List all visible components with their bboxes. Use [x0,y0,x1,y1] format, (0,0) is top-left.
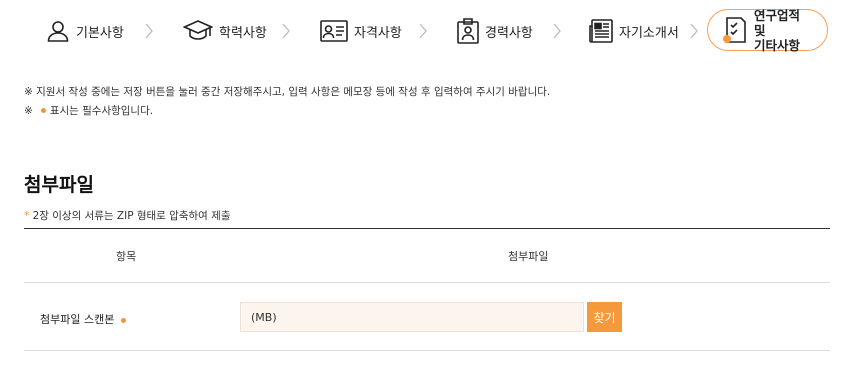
step-qualifications[interactable]: 자격사항 [320,10,402,52]
section-title: 첨부파일 [24,174,94,196]
notice-required-text: 표시는 필수사항입니다. [49,105,154,117]
note-star: * [24,210,30,222]
find-file-button[interactable]: 찾기 [587,302,622,332]
step-label: 자기소개서 [619,25,679,41]
step-label: 기본사항 [76,25,124,41]
row-label: 첨부파일 스캔본 [40,311,127,327]
step-career[interactable]: 경력사항 [457,10,533,52]
note-text: 2장 이상의 서류는 ZIP 형태로 압축하여 제출 [32,210,231,222]
header-divider [24,282,830,283]
step-label: 자격사항 [354,25,402,41]
required-dot [121,317,127,323]
file-path-field[interactable] [240,302,584,332]
step-research-other[interactable]: 연구업적 및 기타사항 [707,7,828,53]
step-basic-info[interactable]: 기본사항 [46,10,124,52]
chevron-right-icon [145,23,153,39]
required-dot [40,108,46,113]
row-divider [24,350,830,351]
application-steps: 기본사항 학력사항 자격사항 경력사항 자기소개서 연구업적 및 기타사항 [0,0,856,62]
row-label-text: 첨부파일 스캔본 [40,313,115,326]
badge-icon [457,18,479,44]
table-header-item: 항목 [116,250,137,263]
notice-required-legend: ※ 표시는 필수사항입니다. [24,103,153,118]
step-label: 학력사항 [219,25,267,41]
checklist-icon [722,16,748,44]
step-cover-letter[interactable]: 자기소개서 [589,10,679,52]
table-top-border [24,228,830,229]
id-card-icon [320,20,348,42]
notice-save-instruction: ※ 지원서 작성 중에는 저장 버튼을 눌러 중간 저장해주시고, 입력 사항은… [24,86,551,98]
chevron-right-icon [553,23,561,39]
chevron-right-icon [419,23,427,39]
section-note: * 2장 이상의 서류는 ZIP 형태로 압축하여 제출 [24,208,230,223]
newspaper-icon [589,19,613,43]
notice-prefix: ※ [24,105,33,117]
graduation-cap-icon [183,19,213,43]
step-education[interactable]: 학력사항 [183,10,267,52]
table-header-attachment: 첨부파일 [508,250,549,263]
step-label: 연구업적 및 기타사항 [754,7,801,53]
step-label: 경력사항 [485,25,533,41]
chevron-right-icon [690,23,698,39]
chevron-right-icon [282,23,290,39]
person-icon [46,19,70,43]
